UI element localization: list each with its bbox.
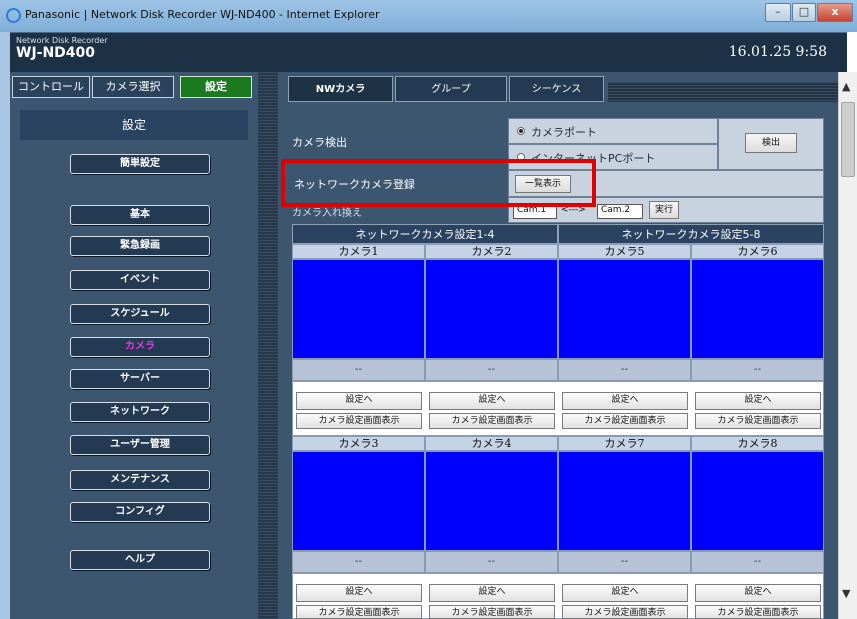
scroll-down-icon[interactable]: ▼ bbox=[842, 587, 850, 600]
sidebar-title: 設定 bbox=[20, 110, 248, 140]
detect-button[interactable]: 検出 bbox=[745, 133, 797, 153]
sidebar-item-easy-setup[interactable]: 簡単設定 bbox=[70, 154, 210, 174]
camera-3-view[interactable] bbox=[292, 451, 425, 551]
camera-2-settings-button[interactable]: 設定へ bbox=[429, 392, 555, 410]
camera-7-view[interactable] bbox=[558, 451, 691, 551]
sidebar-item-basic[interactable]: 基本 bbox=[70, 205, 210, 225]
camera-1-name: カメラ1 bbox=[292, 244, 425, 259]
sidebar-item-schedule[interactable]: スケジュール bbox=[70, 304, 210, 324]
camera-3-display-button[interactable]: カメラ設定画面表示 bbox=[296, 605, 422, 619]
window-titlebar: Panasonic | Network Disk Recorder WJ-ND4… bbox=[0, 0, 857, 32]
camera-1-settings-button[interactable]: 設定へ bbox=[296, 392, 422, 410]
camera-4-name: カメラ4 bbox=[425, 436, 558, 451]
camera-4-settings-button[interactable]: 設定へ bbox=[429, 584, 555, 602]
datetime-display: 16.01.25 9:58 bbox=[728, 44, 827, 60]
camera-7-display-button[interactable]: カメラ設定画面表示 bbox=[562, 605, 688, 619]
sidebar-item-event[interactable]: イベント bbox=[70, 270, 210, 290]
camera-8-display-button[interactable]: カメラ設定画面表示 bbox=[695, 605, 821, 619]
sidebar-item-camera[interactable]: カメラ bbox=[70, 337, 210, 357]
camera-7-settings-button[interactable]: 設定へ bbox=[562, 584, 688, 602]
minimize-button[interactable]: – bbox=[765, 3, 791, 22]
camera-7-name: カメラ7 bbox=[558, 436, 691, 451]
vertical-scrollbar[interactable]: ▲ ▼ bbox=[838, 72, 857, 619]
sidebar-item-help[interactable]: ヘルプ bbox=[70, 550, 210, 570]
maximize-button[interactable]: □ bbox=[792, 3, 816, 22]
control-tab[interactable]: コントロール bbox=[12, 76, 90, 98]
camera-port-label: カメラポート bbox=[531, 126, 597, 139]
camera-6-status: -- bbox=[691, 359, 824, 381]
sidebar-item-maintenance[interactable]: メンテナンス bbox=[70, 470, 210, 490]
camera-5-status: -- bbox=[558, 359, 691, 381]
grid-header-5-8: ネットワークカメラ設定5-8 bbox=[558, 224, 824, 244]
camera-4-view[interactable] bbox=[425, 451, 558, 551]
camera-5-settings-button[interactable]: 設定へ bbox=[562, 392, 688, 410]
camera-2-view[interactable] bbox=[425, 259, 558, 359]
camera-2-name: カメラ2 bbox=[425, 244, 558, 259]
scroll-up-icon[interactable]: ▲ bbox=[842, 80, 850, 93]
tab-strip-filler bbox=[608, 82, 838, 102]
camera-5-name: カメラ5 bbox=[558, 244, 691, 259]
detect-cell: 検出 bbox=[718, 118, 824, 170]
camera-6-name: カメラ6 bbox=[691, 244, 824, 259]
camera-1-status: -- bbox=[292, 359, 425, 381]
scroll-thumb[interactable] bbox=[841, 102, 855, 177]
tab-nw-camera[interactable]: NWカメラ bbox=[288, 76, 393, 102]
camera-3-name: カメラ3 bbox=[292, 436, 425, 451]
camera-8-status: -- bbox=[691, 551, 824, 573]
sidebar-item-config[interactable]: コンフィグ bbox=[70, 502, 210, 522]
camera-8-view[interactable] bbox=[691, 451, 824, 551]
camera-1-display-button[interactable]: カメラ設定画面表示 bbox=[296, 413, 422, 429]
sidebar-item-emergency-record[interactable]: 緊急録画 bbox=[70, 236, 210, 256]
sidebar-item-network[interactable]: ネットワーク bbox=[70, 402, 210, 422]
camera-8-name: カメラ8 bbox=[691, 436, 824, 451]
camera-port-radio[interactable] bbox=[517, 127, 525, 135]
camera-select-tab[interactable]: カメラ選択 bbox=[92, 76, 174, 98]
camera-2-status: -- bbox=[425, 359, 558, 381]
window-frame bbox=[0, 32, 10, 619]
camera-4-status: -- bbox=[425, 551, 558, 573]
camera-6-settings-button[interactable]: 設定へ bbox=[695, 392, 821, 410]
main-content: NWカメラ グループ シーケンス カメラ検出 カメラポート インターネットPCポ… bbox=[278, 72, 838, 619]
execute-button[interactable]: 実行 bbox=[649, 201, 679, 219]
camera-6-view[interactable] bbox=[691, 259, 824, 359]
camera-3-settings-button[interactable]: 設定へ bbox=[296, 584, 422, 602]
cam-to-select[interactable]: Cam.2 bbox=[597, 204, 643, 219]
tab-group[interactable]: グループ bbox=[395, 76, 507, 102]
camera-1-view[interactable] bbox=[292, 259, 425, 359]
internet-explorer-icon bbox=[6, 8, 21, 23]
sidebar-item-user-management[interactable]: ユーザー管理 bbox=[70, 435, 210, 455]
highlight-box bbox=[281, 159, 596, 207]
camera-6-display-button[interactable]: カメラ設定画面表示 bbox=[695, 413, 821, 429]
camera-5-display-button[interactable]: カメラ設定画面表示 bbox=[562, 413, 688, 429]
grid-header-1-4: ネットワークカメラ設定1-4 bbox=[292, 224, 558, 244]
sidebar-item-server[interactable]: サーバー bbox=[70, 369, 210, 389]
app-header: Network Disk Recorder WJ-ND400 16.01.25 … bbox=[10, 32, 847, 72]
settings-tab[interactable]: 設定 bbox=[180, 76, 252, 98]
sidebar: コントロール カメラ選択 設定 設定 簡単設定 基本 緊急録画 イベント スケジ… bbox=[10, 72, 258, 619]
camera-detect-label: カメラ検出 bbox=[292, 136, 347, 149]
camera-2-display-button[interactable]: カメラ設定画面表示 bbox=[429, 413, 555, 429]
app-model: WJ-ND400 bbox=[16, 45, 96, 61]
camera-port-cell: カメラポート bbox=[508, 118, 718, 144]
camera-4-display-button[interactable]: カメラ設定画面表示 bbox=[429, 605, 555, 619]
tab-sequence[interactable]: シーケンス bbox=[509, 76, 604, 102]
panel-divider bbox=[258, 72, 278, 619]
camera-5-view[interactable] bbox=[558, 259, 691, 359]
window-title: Panasonic | Network Disk Recorder WJ-ND4… bbox=[25, 8, 380, 21]
camera-3-status: -- bbox=[292, 551, 425, 573]
camera-7-status: -- bbox=[558, 551, 691, 573]
app-subtitle: Network Disk Recorder bbox=[16, 36, 108, 45]
close-button[interactable]: x bbox=[817, 3, 853, 22]
camera-8-settings-button[interactable]: 設定へ bbox=[695, 584, 821, 602]
